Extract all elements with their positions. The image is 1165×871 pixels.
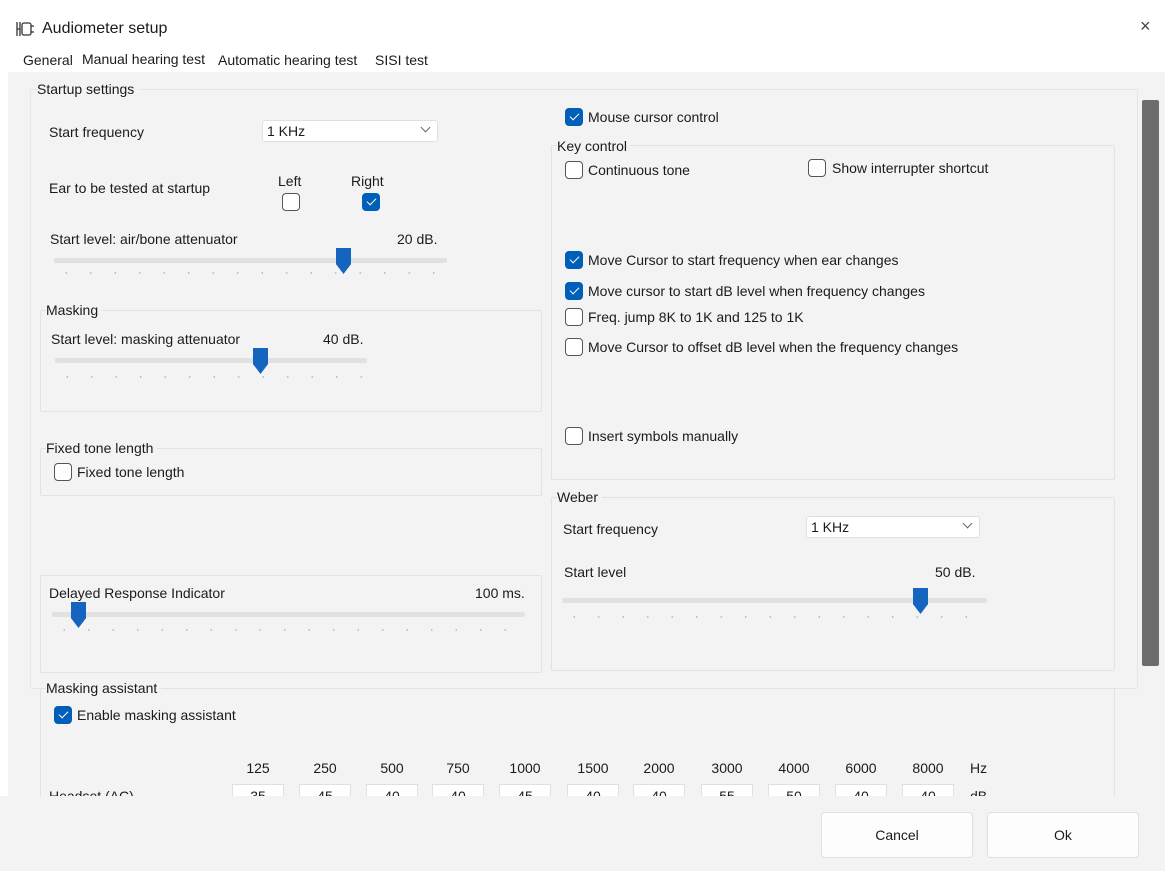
masking-assistant-label: Masking assistant bbox=[46, 680, 162, 696]
ac-value-input[interactable]: 40 bbox=[835, 784, 887, 796]
left-ear-checkbox[interactable] bbox=[282, 193, 300, 211]
start-frequency-label: Start frequency bbox=[49, 124, 144, 140]
freq-header: 3000 bbox=[711, 760, 743, 776]
tab-manual-hearing-test[interactable]: Manual hearing test bbox=[82, 51, 205, 67]
ac-value-input[interactable]: 40 bbox=[366, 784, 418, 796]
freq-header: 2000 bbox=[643, 760, 675, 776]
insert-symbols-label: Insert symbols manually bbox=[588, 428, 739, 444]
move-cursor-ear-checkbox[interactable] bbox=[565, 251, 583, 269]
weber-start-frequency-label: Start frequency bbox=[563, 521, 658, 537]
startup-settings-label: Startup settings bbox=[37, 81, 139, 97]
masking-level-value: 40 dB. bbox=[323, 331, 364, 347]
key-control-label: Key control bbox=[557, 138, 632, 154]
tab-sisi-test[interactable]: SISI test bbox=[375, 52, 428, 68]
start-level-label: Start level: air/bone attenuator bbox=[50, 231, 238, 247]
enable-masking-assistant-checkbox[interactable] bbox=[54, 706, 72, 724]
audiometer-icon bbox=[16, 22, 34, 36]
delayed-response-value: 100 ms. bbox=[475, 585, 525, 601]
chevron-down-icon bbox=[420, 122, 431, 133]
delayed-response-label: Delayed Response Indicator bbox=[49, 585, 225, 601]
ac-value-input[interactable]: 35 bbox=[232, 784, 284, 796]
tab-content: Startup settings Start frequency 1 KHz E… bbox=[8, 72, 1165, 796]
masking-assistant-group bbox=[40, 688, 1115, 796]
freq-header: 250 bbox=[313, 760, 337, 776]
freq-header: 4000 bbox=[778, 760, 810, 776]
delayed-slider-track[interactable] bbox=[52, 612, 525, 617]
insert-symbols-checkbox[interactable] bbox=[565, 427, 583, 445]
move-cursor-offset-label: Move Cursor to offset dB level when the … bbox=[588, 339, 959, 355]
weber-group-label: Weber bbox=[557, 489, 602, 505]
ac-value-input[interactable]: 55 bbox=[701, 784, 753, 796]
start-level-value: 20 dB. bbox=[397, 231, 438, 247]
chevron-down-icon bbox=[962, 518, 973, 529]
masking-group-label: Masking bbox=[46, 302, 103, 318]
window-title: Audiometer setup bbox=[42, 20, 168, 37]
weber-start-frequency-value: 1 KHz bbox=[811, 519, 850, 535]
weber-start-level-value: 50 dB. bbox=[935, 564, 976, 580]
ac-value-input[interactable]: 50 bbox=[768, 784, 820, 796]
right-ear-checkbox[interactable] bbox=[362, 193, 380, 211]
freq-jump-checkbox[interactable] bbox=[565, 308, 583, 326]
tab-automatic-hearing-test[interactable]: Automatic hearing test bbox=[218, 52, 357, 68]
freq-header: 1500 bbox=[577, 760, 609, 776]
mouse-cursor-control-label: Mouse cursor control bbox=[588, 109, 719, 125]
ac-unit: dB bbox=[970, 788, 988, 796]
move-cursor-offset-checkbox[interactable] bbox=[565, 338, 583, 356]
move-cursor-db-checkbox[interactable] bbox=[565, 282, 583, 300]
left-ear-label: Left bbox=[278, 173, 302, 189]
close-icon[interactable]: × bbox=[1140, 16, 1151, 37]
fixed-tone-group-label: Fixed tone length bbox=[46, 440, 158, 456]
freq-header: 1000 bbox=[509, 760, 541, 776]
ac-value-input[interactable]: 40 bbox=[567, 784, 619, 796]
ok-button[interactable]: Ok bbox=[987, 812, 1139, 858]
masking-slider-track[interactable] bbox=[55, 358, 367, 363]
start-frequency-select[interactable]: 1 KHz bbox=[262, 120, 438, 142]
ac-value-input[interactable]: 45 bbox=[499, 784, 551, 796]
masking-level-label: Start level: masking attenuator bbox=[51, 331, 241, 347]
start-level-ticks bbox=[54, 272, 447, 274]
title-bar bbox=[0, 0, 1165, 44]
start-level-slider-track[interactable] bbox=[54, 258, 447, 263]
cancel-button[interactable]: Cancel bbox=[821, 812, 973, 858]
delayed-ticks bbox=[52, 629, 525, 631]
tab-general[interactable]: General bbox=[23, 52, 73, 68]
fixed-tone-checkbox[interactable] bbox=[54, 463, 72, 481]
freq-header: 500 bbox=[380, 760, 404, 776]
ac-value-input[interactable]: 40 bbox=[633, 784, 685, 796]
mouse-cursor-control-checkbox[interactable] bbox=[565, 108, 583, 126]
freq-header: 750 bbox=[446, 760, 470, 776]
enable-masking-assistant-label: Enable masking assistant bbox=[77, 707, 236, 723]
weber-start-frequency-select[interactable]: 1 KHz bbox=[806, 516, 980, 538]
freq-header: 6000 bbox=[845, 760, 877, 776]
weber-start-level-label: Start level bbox=[564, 564, 627, 580]
continuous-tone-label: Continuous tone bbox=[588, 162, 690, 178]
continuous-tone-checkbox[interactable] bbox=[565, 161, 583, 179]
show-interrupter-checkbox[interactable] bbox=[808, 159, 826, 177]
freq-jump-label: Freq. jump 8K to 1K and 125 to 1K bbox=[588, 309, 804, 325]
move-cursor-db-label: Move cursor to start dB level when frequ… bbox=[588, 283, 925, 299]
right-ear-label: Right bbox=[351, 173, 384, 189]
ac-value-input[interactable]: 40 bbox=[902, 784, 954, 796]
start-frequency-value: 1 KHz bbox=[267, 123, 306, 139]
masking-ticks bbox=[55, 376, 367, 378]
vertical-scrollbar-thumb[interactable] bbox=[1142, 100, 1159, 666]
freq-unit: Hz bbox=[970, 760, 988, 776]
ac-value-input[interactable]: 45 bbox=[299, 784, 351, 796]
ear-label: Ear to be tested at startup bbox=[49, 180, 211, 196]
ac-value-input[interactable]: 40 bbox=[432, 784, 484, 796]
move-cursor-ear-label: Move Cursor to start frequency when ear … bbox=[588, 252, 899, 268]
fixed-tone-checkbox-label: Fixed tone length bbox=[77, 464, 185, 480]
headset-ac-label: Headset (AC) bbox=[49, 788, 134, 796]
freq-header: 125 bbox=[246, 760, 270, 776]
weber-ticks bbox=[562, 616, 987, 618]
show-interrupter-label: Show interrupter shortcut bbox=[832, 160, 989, 176]
freq-header: 8000 bbox=[912, 760, 944, 776]
